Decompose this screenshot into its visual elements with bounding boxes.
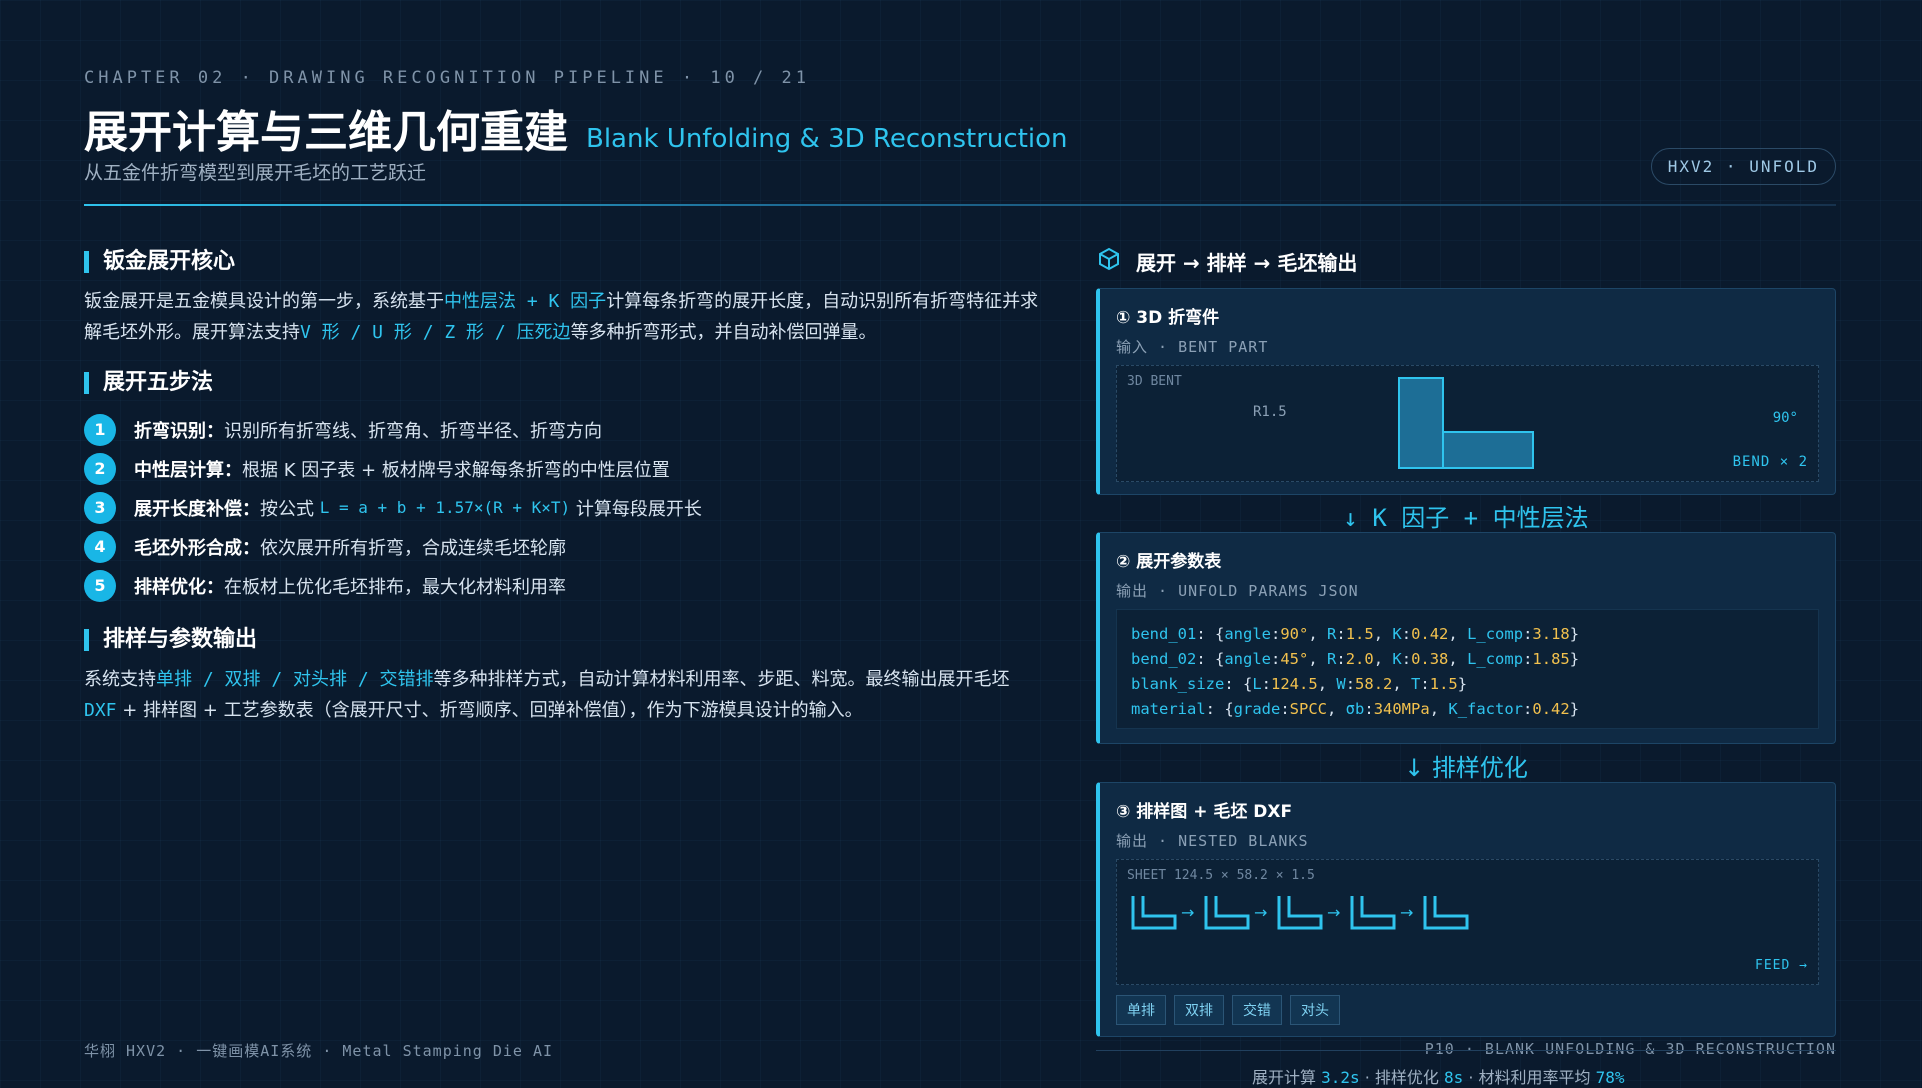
nesting-mode-tags: 单排 双排 交错 对头 <box>1116 995 1348 1025</box>
list-item: 4 毛坯外形合成： 依次展开所有折弯，合成连续毛坯轮廓 <box>84 527 702 566</box>
section-title-steps: 展开五步法 <box>84 372 213 394</box>
nesting-preview: SHEET 124.5 × 58.2 × 1.5 → → → → FEED → <box>1116 859 1819 985</box>
code-line: material: {grade:SPCC, σb:340MPa, K_fact… <box>1131 700 1580 718</box>
card-nested-blanks: ③ 排样图 + 毛坯 DXF 输出 · NESTED BLANKS SHEET … <box>1096 782 1836 1037</box>
svg-text:→: → <box>1181 903 1194 922</box>
card-bent-part: ① 3D 折弯件 输入 · BENT PART 3D BENT R1.5 90°… <box>1096 288 1836 495</box>
section-title-output: 排样与参数输出 <box>84 629 257 651</box>
code-line: bend_02: {angle:45°, R:2.0, K:0.38, L_co… <box>1131 650 1580 668</box>
svg-text:→: → <box>1327 903 1340 922</box>
params-code-block: bend_01: {angle:90°, R:1.5, K:0.42, L_co… <box>1116 609 1819 729</box>
title-row: 展开计算与三维几何重建 Blank Unfolding & 3D Reconst… <box>84 96 1068 160</box>
svg-text:→: → <box>1400 903 1413 922</box>
list-item: 1 折弯识别： 识别所有折弯线、折弯角、折弯半径、折弯方向 <box>84 410 702 449</box>
list-item: 2 中性层计算： 根据 K 因子表 + 板材牌号求解每条折弯的中性层位置 <box>84 449 702 488</box>
list-item: 5 排样优化： 在板材上优化毛坯排布，最大化材料利用率 <box>84 566 702 605</box>
code-line: bend_01: {angle:90°, R:1.5, K:0.42, L_co… <box>1131 625 1580 643</box>
section-paragraph-output: 系统支持单排 / 双排 / 对头排 / 交错排等多种排样方式，自动计算材料利用率… <box>84 669 1010 721</box>
card-unfold-params: ② 展开参数表 输出 · UNFOLD PARAMS JSON bend_01:… <box>1096 532 1836 744</box>
tag-double[interactable]: 双排 <box>1174 995 1224 1025</box>
nested-blanks-strip: → → → → <box>1131 896 1469 930</box>
pipeline-header: 展开 → 排样 → 毛坯输出 <box>1096 246 1357 277</box>
page-title: 展开计算与三维几何重建 <box>84 107 568 158</box>
flow-arrow-2: ↓ 排样优化 <box>1404 754 1528 782</box>
flow-arrow-1: ↓ K 因子 + 中性层法 <box>1343 504 1589 532</box>
section-paragraph-core: 钣金展开是五金模具设计的第一步，系统基于中性层法 + K 因子计算每条折弯的展开… <box>84 291 1039 343</box>
footer-page-label: P10 · BLANK UNFOLDING & 3D RECONSTRUCTIO… <box>1424 1040 1836 1058</box>
footer-stats: 展开计算 3.2s · 排样优化 8s · 材料利用率平均 78% <box>1252 1068 1625 1087</box>
section-title-core: 钣金展开核心 <box>84 251 235 273</box>
status-badge: HXV2 · UNFOLD <box>1650 148 1836 185</box>
tag-single[interactable]: 单排 <box>1116 995 1166 1025</box>
list-item: 3 展开长度补偿： 按公式 L = a + b + 1.57×(R + K×T) 计… <box>84 488 702 527</box>
footer-brand: 华栩 HXV2 · 一键画模AI系统 · Metal Stamping Die … <box>84 1042 554 1060</box>
chapter-label: CHAPTER 02 · DRAWING RECOGNITION PIPELIN… <box>84 68 810 88</box>
svg-text:→: → <box>1254 903 1267 922</box>
footer-divider <box>1096 1050 1836 1051</box>
tag-head-to-head[interactable]: 对头 <box>1290 995 1340 1025</box>
code-line: blank_size: {L:124.5, W:58.2, T:1.5} <box>1131 675 1468 693</box>
steps-list: 1 折弯识别： 识别所有折弯线、折弯角、折弯半径、折弯方向 2 中性层计算： 根据 K … <box>84 410 702 605</box>
header-divider <box>84 204 1836 206</box>
tag-staggered[interactable]: 交错 <box>1232 995 1282 1025</box>
bent-part-shape <box>1398 377 1534 469</box>
bent-preview: 3D BENT R1.5 90° BEND × 2 <box>1116 365 1819 482</box>
page-subtitle: 从五金件折弯模型到展开毛坯的工艺跃迁 <box>84 162 427 184</box>
page-title-english: Blank Unfolding & 3D Reconstruction <box>586 124 1068 154</box>
cube-icon <box>1096 246 1122 277</box>
